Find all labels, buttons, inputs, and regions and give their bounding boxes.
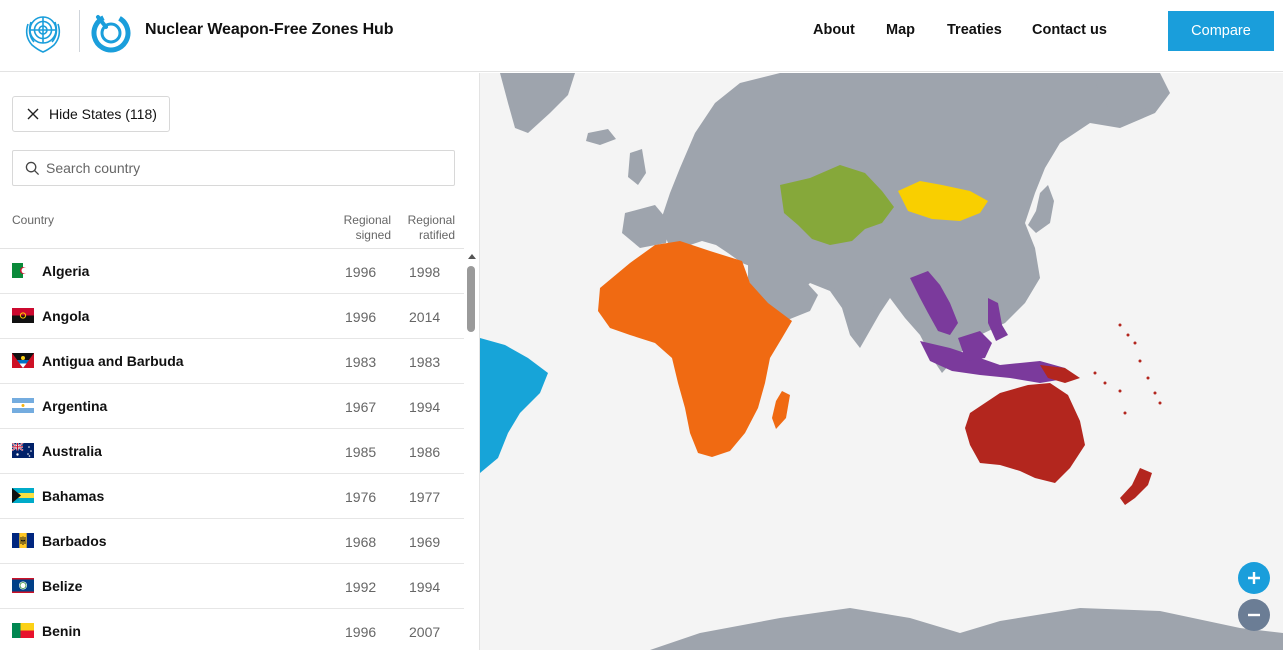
search-box[interactable] (12, 150, 455, 186)
table-row[interactable]: Antigua and Barbuda 1983 1983 (0, 339, 464, 384)
column-header-signed-line2: signed (355, 228, 391, 242)
ratified-year: 1969 (409, 534, 441, 550)
nav-map[interactable]: Map (886, 22, 915, 38)
country-name: Australia (42, 443, 102, 459)
zoom-in-button[interactable] (1238, 562, 1270, 594)
ratified-year: 2014 (409, 309, 441, 325)
column-header-signed-line1: Regional (343, 213, 391, 227)
table-row[interactable]: Australia 1985 1986 (0, 429, 464, 474)
plus-icon (1248, 572, 1260, 584)
search-icon (25, 161, 40, 175)
table-row[interactable]: Barbados 1968 1969 (0, 519, 464, 564)
table-row[interactable]: Bahamas 1976 1977 (0, 474, 464, 519)
flag-algeria-icon (12, 263, 34, 278)
sidebar: Hide States (118) Country Regional signe… (0, 73, 480, 650)
signed-year: 1967 (345, 399, 377, 415)
flag-benin-icon (12, 623, 34, 638)
map-canvas[interactable] (480, 73, 1283, 650)
nav-treaties[interactable]: Treaties (947, 22, 1002, 38)
country-name: Antigua and Barbuda (42, 353, 184, 369)
ratified-year: 1994 (409, 579, 441, 595)
signed-year: 1996 (345, 309, 377, 325)
column-header-signed[interactable]: Regional signed (344, 213, 391, 243)
nav-about[interactable]: About (813, 22, 855, 38)
scroll-up-arrow-icon[interactable] (468, 254, 476, 259)
flag-barbados-icon (12, 533, 34, 548)
hub-logo-icon[interactable] (90, 11, 132, 53)
column-header-ratified[interactable]: Regional ratified (408, 213, 455, 243)
ratified-year: 1994 (409, 399, 441, 415)
new-zealand-zone (1120, 468, 1152, 505)
latin-america-zone (480, 338, 548, 473)
flag-antigua-and-barbuda-icon (12, 353, 34, 368)
column-header-country: Country (12, 213, 55, 227)
uk-land (628, 149, 646, 185)
ratified-year: 1983 (409, 354, 441, 370)
iberia-land (622, 205, 670, 248)
signed-year: 1996 (345, 624, 377, 640)
flag-angola-icon (12, 308, 34, 323)
table-row[interactable]: Argentina 1967 1994 (0, 384, 464, 429)
iceland-land (586, 129, 616, 145)
table-row[interactable]: Angola 1996 2014 (0, 294, 464, 339)
table-row[interactable]: Belize 1992 1994 (0, 564, 464, 609)
flag-belize-icon (12, 578, 34, 593)
scrollbar-thumb[interactable] (467, 266, 475, 332)
flag-australia-icon (12, 443, 34, 458)
country-name: Algeria (42, 263, 90, 279)
minus-icon (1248, 613, 1260, 617)
antarctica-land (650, 608, 1283, 650)
table-row[interactable]: Algeria 1996 1998 (0, 249, 464, 294)
nav-contact[interactable]: Contact us (1032, 22, 1107, 38)
column-header-ratified-line1: Regional (407, 213, 455, 227)
hide-states-label: Hide States (118) (49, 106, 157, 122)
column-header-ratified-line2: ratified (418, 228, 455, 242)
pacific-islands-zone (1093, 323, 1162, 415)
signed-year: 1996 (345, 264, 377, 280)
ratified-year: 1986 (409, 444, 441, 460)
signed-year: 1985 (345, 444, 377, 460)
signed-year: 1983 (345, 354, 377, 370)
close-icon (27, 108, 39, 120)
world-map[interactable] (480, 73, 1283, 650)
country-name: Angola (42, 308, 90, 324)
flag-argentina-icon (12, 398, 34, 413)
flag-bahamas-icon (12, 488, 34, 503)
australia-zone (965, 383, 1085, 483)
ratified-year: 1977 (409, 489, 441, 505)
un-emblem-icon[interactable] (20, 10, 66, 56)
country-name: Argentina (42, 398, 108, 414)
madagascar-zone (772, 391, 790, 429)
signed-year: 1992 (345, 579, 377, 595)
ratified-year: 2007 (409, 624, 441, 640)
compare-button[interactable]: Compare (1168, 11, 1274, 51)
zoom-out-button[interactable] (1238, 599, 1270, 631)
signed-year: 1968 (345, 534, 377, 550)
logo-divider (79, 10, 80, 52)
ratified-year: 1998 (409, 264, 441, 280)
scrollbar[interactable] (464, 249, 479, 650)
greenland-land (500, 73, 575, 133)
hide-states-button[interactable]: Hide States (118) (12, 96, 170, 132)
country-list: Algeria 1996 1998 Angola 1996 2014 Antig… (0, 249, 464, 650)
table-row[interactable]: Benin 1996 2007 (0, 609, 464, 650)
header: Nuclear Weapon-Free Zones Hub About Map … (0, 0, 1283, 72)
country-name: Benin (42, 623, 81, 639)
country-name: Belize (42, 578, 83, 594)
country-name: Bahamas (42, 488, 105, 504)
country-name: Barbados (42, 533, 107, 549)
signed-year: 1976 (345, 489, 377, 505)
search-input[interactable] (46, 160, 426, 176)
site-title: Nuclear Weapon-Free Zones Hub (145, 21, 394, 38)
